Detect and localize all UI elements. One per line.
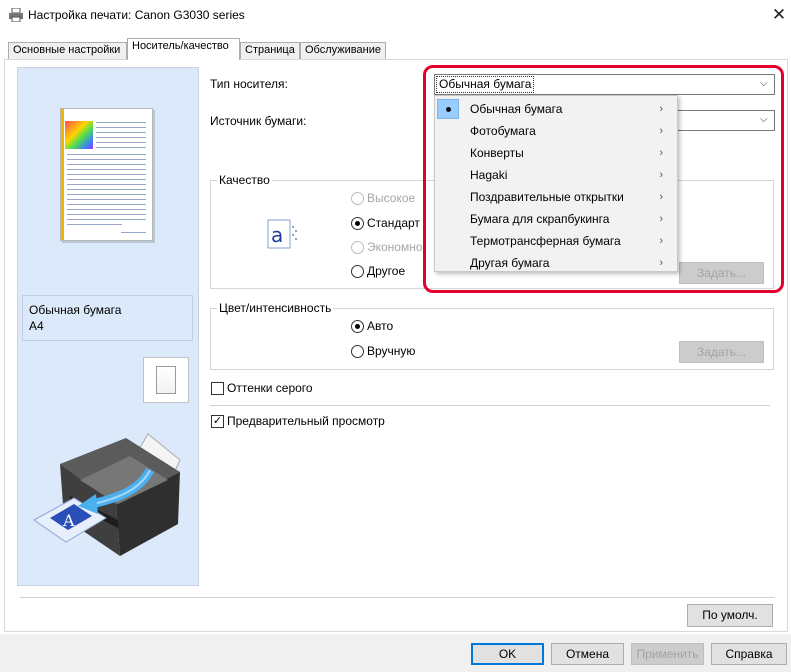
highlight-annotation <box>423 65 784 293</box>
window-title: Настройка печати: Canon G3030 series <box>28 8 245 22</box>
quality-standard-radio[interactable] <box>351 217 364 230</box>
grayscale-label: Оттенки серого <box>227 381 313 395</box>
photo-thumbnail-icon <box>65 121 93 149</box>
apply-button[interactable]: Применить <box>631 643 704 665</box>
svg-text:a: a <box>271 223 283 247</box>
quality-group-title: Качество <box>217 173 272 187</box>
close-icon[interactable]: ✕ <box>770 4 788 26</box>
tab-page[interactable]: Страница <box>240 42 300 59</box>
divider <box>210 405 770 406</box>
quality-economy-label: Экономно <box>367 240 423 254</box>
quality-economy-radio[interactable] <box>351 241 364 254</box>
orientation-button[interactable] <box>143 357 189 403</box>
grayscale-checkbox[interactable] <box>211 382 224 395</box>
defaults-button[interactable]: По умолч. <box>687 604 773 627</box>
preview-label: Предварительный просмотр <box>227 414 385 428</box>
printer-illustration-icon: A <box>33 433 181 556</box>
quality-other-radio[interactable] <box>351 265 364 278</box>
color-auto-label: Авто <box>367 319 394 333</box>
color-group-title: Цвет/интенсивность <box>217 301 334 315</box>
page-preview <box>60 108 153 241</box>
help-button[interactable]: Справка <box>711 643 787 665</box>
tab-maintenance[interactable]: Обслуживание <box>300 42 386 59</box>
preview-checkbox[interactable]: ✓ <box>211 415 224 428</box>
page-orientation-icon <box>156 366 176 394</box>
preview-media-name: Обычная бумага <box>29 303 122 317</box>
quality-other-label: Другое <box>367 264 406 278</box>
preview-paper-size: A4 <box>29 319 44 333</box>
color-manual-label: Вручную <box>367 344 416 358</box>
paper-source-label: Источник бумаги: <box>210 114 307 128</box>
quality-high-radio[interactable] <box>351 192 364 205</box>
media-type-label: Тип носителя: <box>210 77 288 91</box>
color-manual-radio[interactable] <box>351 345 364 358</box>
ok-button[interactable]: OK <box>471 643 544 665</box>
divider <box>20 597 775 598</box>
tab-basic-settings[interactable]: Основные настройки <box>8 42 127 59</box>
color-auto-radio[interactable] <box>351 320 364 333</box>
quality-standard-label: Стандарт <box>367 216 420 230</box>
printer-app-icon <box>9 8 23 22</box>
svg-text:A: A <box>62 511 75 530</box>
cancel-button[interactable]: Отмена <box>551 643 624 665</box>
tab-media-quality[interactable]: Носитель/качество <box>127 38 240 60</box>
color-set-button[interactable]: Задать... <box>679 341 764 363</box>
print-quality-icon: a <box>267 219 297 249</box>
quality-high-label: Высокое <box>367 191 416 205</box>
media-summary-box <box>22 295 193 341</box>
